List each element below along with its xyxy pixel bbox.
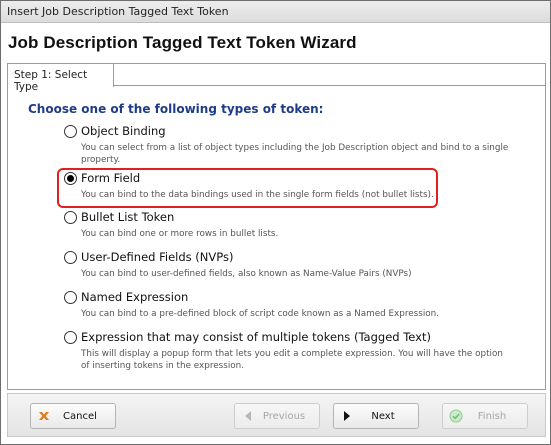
selection-highlight-box <box>57 168 438 208</box>
radio-named-expression[interactable] <box>64 291 77 304</box>
radio-user-defined-fields[interactable] <box>64 251 77 264</box>
finish-label: Finish <box>477 411 507 422</box>
token-type-prompt: Choose one of the following types of tok… <box>28 102 324 116</box>
radio-tagged-text-expression[interactable] <box>64 331 77 344</box>
radio-object-binding[interactable] <box>64 125 77 138</box>
cancel-button[interactable]: Cancel <box>30 403 116 429</box>
option-label[interactable]: Expression that may consist of multiple … <box>81 330 431 344</box>
wizard-content-panel: Step 1: Select Type Choose one of the fo… <box>7 63 546 390</box>
next-button[interactable]: Next <box>333 403 419 429</box>
title-bar: Insert Job Description Tagged Text Token <box>1 1 550 23</box>
previous-button[interactable]: Previous <box>234 403 320 429</box>
option-description: You can bind one or more rows in bullet … <box>81 229 279 239</box>
radio-bullet-list-token[interactable] <box>64 211 77 224</box>
finish-button[interactable]: Finish <box>442 403 528 429</box>
window-title: Insert Job Description Tagged Text Token <box>7 5 229 18</box>
option-description: You can bind to a pre-defined block of s… <box>81 309 440 319</box>
wizard-footer: Cancel Previous Next Finish <box>7 393 546 437</box>
wizard-heading: Job Description Tagged Text Token Wizard <box>8 33 357 52</box>
option-description: You can select from a list of object typ… <box>81 143 509 165</box>
option-label[interactable]: User-Defined Fields (NVPs) <box>81 250 233 264</box>
tab-strip: Step 1: Select Type <box>8 64 545 93</box>
cancel-label: Cancel <box>63 411 97 422</box>
previous-label: Previous <box>262 411 306 422</box>
option-label[interactable]: Object Binding <box>81 124 166 138</box>
option-description: You can bind to user-defined fields, als… <box>81 269 412 279</box>
option-label[interactable]: Named Expression <box>81 290 188 304</box>
tab-select-type[interactable]: Step 1: Select Type <box>8 64 114 93</box>
next-label: Next <box>371 411 395 422</box>
option-description: This will display a popup form that lets… <box>81 349 503 371</box>
option-label[interactable]: Bullet List Token <box>81 210 174 224</box>
wizard-window: Insert Job Description Tagged Text Token… <box>0 0 551 445</box>
